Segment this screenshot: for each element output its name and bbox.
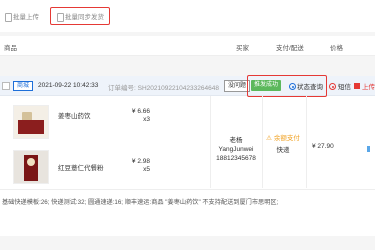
status-query-button[interactable]: 状态查询: [289, 81, 323, 91]
table-header: 商品 买家 支付/配送 价格: [0, 36, 375, 56]
batch-sync-ship-button[interactable]: 批量同步发货: [50, 7, 110, 25]
buyer-name: 老杨 YangJunwei: [218, 137, 254, 153]
sms-label: 短信: [338, 84, 351, 91]
warning-icon: ⚠: [266, 135, 272, 142]
divider: [210, 96, 211, 188]
sync-icon: [56, 12, 64, 22]
sms-button[interactable]: 短信: [329, 81, 351, 91]
upload-square-icon: [354, 83, 360, 89]
product-thumbnail[interactable]: [13, 105, 49, 139]
upload-label: 上传: [362, 84, 375, 91]
divider: [0, 189, 375, 190]
status-indicator: [367, 146, 370, 152]
order-total-price: ¥ 27.90: [312, 143, 334, 150]
order-header: 商城 2021-09-22 10:42:33 订单编号: SH202109221…: [0, 75, 375, 97]
query-icon: [289, 82, 296, 90]
header-pay-ship: 支付/配送: [276, 45, 304, 52]
item-price: ¥ 6.66: [131, 108, 150, 115]
product-thumbnail[interactable]: [13, 150, 49, 184]
buyer-info: 老杨 YangJunwei 18812345678: [212, 136, 260, 163]
item-name: 姜枣山药饮: [58, 113, 91, 120]
list-item: 红豆薏仁代餐粉 ¥ 2.98 x5: [0, 150, 210, 190]
upload-icon: [4, 12, 12, 22]
status-query-label: 状态查询: [297, 84, 323, 91]
shipping-note: 基础快递模板:26; 快递测试:32; 圆通速递:16; 顺丰速运:商品 "姜枣…: [2, 199, 279, 206]
pay-ship-info: ⚠ 余额支付 快递: [262, 134, 304, 155]
header-buyer: 买家: [236, 45, 249, 52]
order-card: 商城 2021-09-22 10:42:33 订单编号: SH202109221…: [0, 75, 375, 236]
item-price: ¥ 2.98: [131, 158, 150, 165]
order-number: 订单编号: SH20210922104233264648: [108, 85, 219, 92]
batch-upload-button[interactable]: 批量上传: [4, 9, 39, 23]
list-item: 姜枣山药饮 ¥ 6.66 x3: [0, 105, 210, 145]
batch-upload-label: 批量上传: [13, 14, 39, 21]
order-checkbox[interactable]: [2, 82, 10, 90]
ship-method: 快递: [276, 147, 290, 154]
buyer-phone: 18812345678: [216, 155, 256, 162]
shop-tag: 商城: [13, 81, 34, 91]
item-qty: x5: [143, 166, 150, 173]
push-success-badge: 推发成功: [251, 80, 282, 91]
divider: [306, 96, 307, 188]
item-qty: x3: [143, 116, 150, 123]
pay-status: 余额支付: [273, 135, 300, 142]
item-name: 红豆薏仁代餐粉: [58, 165, 104, 172]
sms-icon: [329, 82, 336, 90]
header-product: 商品: [4, 45, 17, 52]
upload-button[interactable]: 上传: [354, 81, 375, 91]
toolbar: 批量上传 批量同步发货: [0, 0, 375, 32]
header-price: 价格: [330, 45, 343, 52]
batch-sync-ship-label: 批量同步发货: [65, 14, 104, 21]
order-datetime: 2021-09-22 10:42:33: [38, 82, 99, 89]
